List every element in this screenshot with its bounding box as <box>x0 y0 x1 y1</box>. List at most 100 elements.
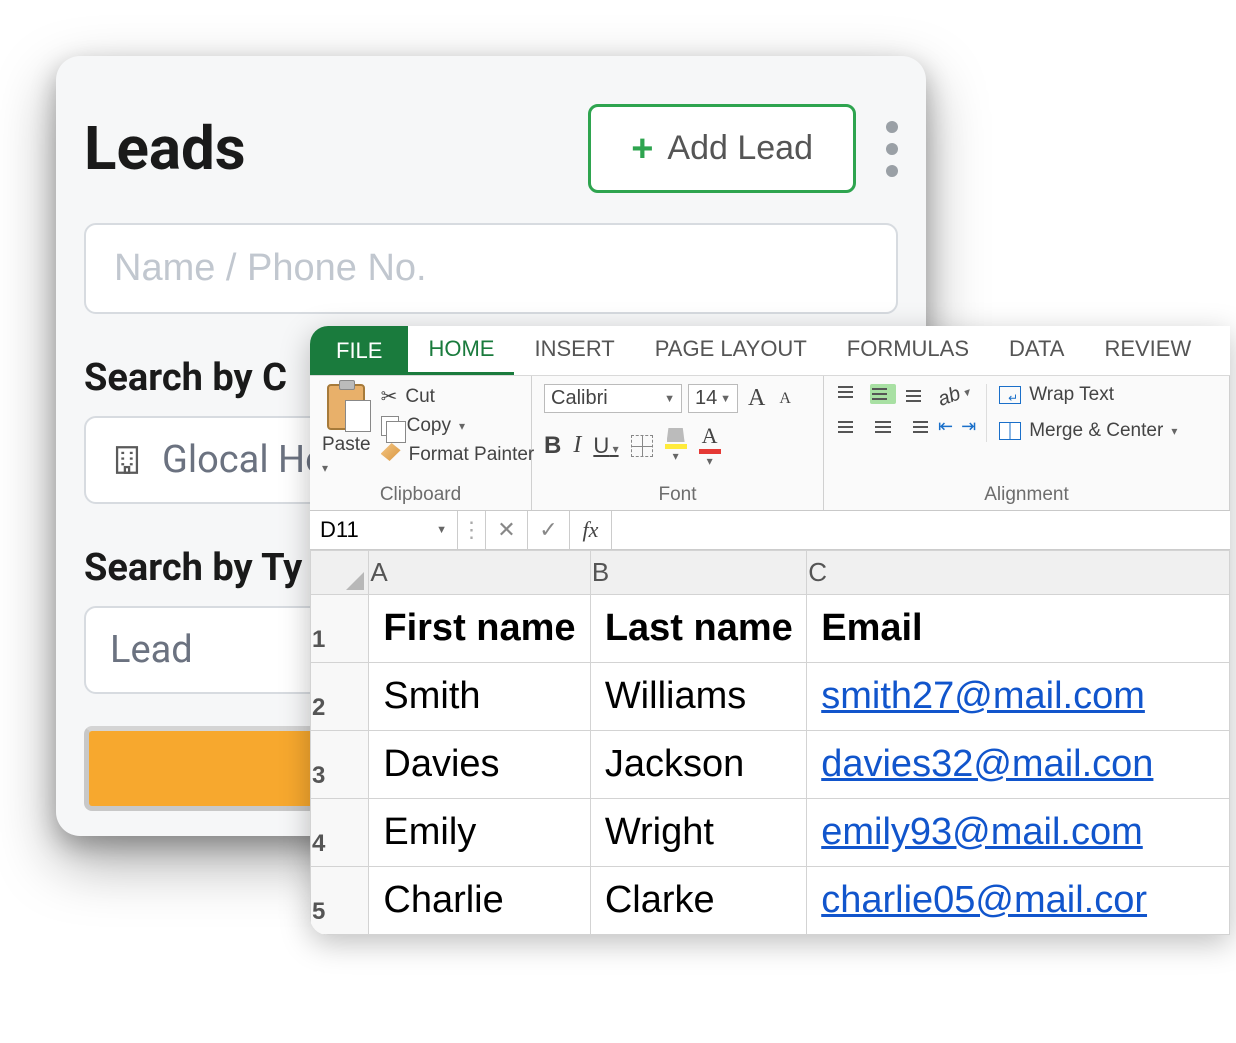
add-lead-button[interactable]: + Add Lead <box>588 104 856 193</box>
font-group-label: Font <box>544 478 811 506</box>
cell-email[interactable]: charlie05@mail.cor <box>807 867 1230 935</box>
tab-home[interactable]: HOME <box>408 326 514 375</box>
row-header[interactable]: 5 <box>311 867 369 935</box>
tab-file[interactable]: FILE <box>310 326 408 375</box>
tab-formulas[interactable]: FORMULAS <box>827 326 989 375</box>
cell[interactable]: Last name <box>590 595 806 663</box>
font-size-value: 14 <box>695 387 717 410</box>
column-header-b[interactable]: B <box>590 551 806 595</box>
cell-email[interactable]: emily93@mail.com <box>807 799 1230 867</box>
name-box[interactable]: D11 ▼ <box>310 511 458 549</box>
copy-label: Copy <box>407 415 451 437</box>
wrap-text-button[interactable]: Wrap Text <box>999 384 1177 406</box>
add-lead-label: Add Lead <box>667 129 813 168</box>
fx-icon: fx <box>583 517 599 543</box>
cancel-formula-button[interactable]: ✕ <box>486 511 528 549</box>
cell[interactable]: Wright <box>590 799 806 867</box>
scissors-icon <box>381 384 398 409</box>
align-bottom-button[interactable] <box>904 384 930 404</box>
increase-font-button[interactable]: A <box>744 385 769 412</box>
cell[interactable]: Email <box>807 595 1230 663</box>
select-all-corner[interactable] <box>311 551 369 595</box>
formula-bar: D11 ▼ ⋮ ✕ ✓ fx <box>310 511 1230 550</box>
chevron-down-icon: ▼ <box>664 393 675 405</box>
paste-label: Paste <box>322 434 371 478</box>
row-header[interactable]: 4 <box>311 799 369 867</box>
tab-view[interactable]: VIEW <box>1211 326 1230 375</box>
alignment-group-label: Alignment <box>836 478 1217 506</box>
align-middle-button[interactable] <box>870 384 896 404</box>
fill-color-swatch <box>665 444 687 449</box>
row-header[interactable]: 2 <box>311 663 369 731</box>
cell[interactable]: Davies <box>369 731 590 799</box>
wrap-text-icon <box>999 386 1021 404</box>
tab-insert[interactable]: INSERT <box>514 326 634 375</box>
name-box-value: D11 <box>320 517 359 543</box>
merge-center-label: Merge & Center <box>1029 420 1163 442</box>
italic-button[interactable]: I <box>573 432 581 459</box>
decrease-font-button[interactable]: A <box>775 390 795 408</box>
ribbon-group-clipboard: Paste Cut Copy Format Painter <box>310 376 532 510</box>
cut-label: Cut <box>405 386 435 408</box>
search-input[interactable] <box>84 223 898 314</box>
decrease-indent-button[interactable]: ⇤ <box>938 417 953 437</box>
row-header[interactable]: 3 <box>311 731 369 799</box>
increase-indent-button[interactable]: ⇥ <box>961 417 976 437</box>
wrap-text-label: Wrap Text <box>1029 384 1114 406</box>
excel-window: FILE HOME INSERT PAGE LAYOUT FORMULAS DA… <box>310 326 1230 935</box>
font-size-select[interactable]: 14 ▼ <box>688 384 738 413</box>
ribbon-group-alignment: ab ⇤ ⇥ Wrap Text <box>824 376 1230 510</box>
cell[interactable]: Williams <box>590 663 806 731</box>
paste-button[interactable]: Paste <box>322 384 371 478</box>
column-header-a[interactable]: A <box>369 551 590 595</box>
copy-button[interactable]: Copy <box>381 415 535 437</box>
column-header-c[interactable]: C <box>807 551 1230 595</box>
borders-button[interactable] <box>631 435 653 457</box>
align-center-button[interactable] <box>870 417 896 437</box>
spreadsheet-grid[interactable]: A B C 1 First name Last name Email 2 Smi… <box>310 550 1230 935</box>
align-right-button[interactable] <box>904 417 930 437</box>
align-left-button[interactable] <box>836 417 862 437</box>
leads-header: Leads + Add Lead <box>84 84 898 223</box>
clipboard-icon <box>327 384 365 430</box>
cell-email[interactable]: davies32@mail.con <box>807 731 1230 799</box>
formula-separator: ⋮ <box>458 511 486 549</box>
cell[interactable]: Clarke <box>590 867 806 935</box>
cell[interactable]: Jackson <box>590 731 806 799</box>
row-header[interactable]: 1 <box>311 595 369 663</box>
font-name-select[interactable]: Calibri ▼ <box>544 384 682 413</box>
type-value: Lead <box>110 628 193 672</box>
bucket-icon <box>667 428 685 442</box>
merge-icon <box>999 422 1021 440</box>
page-title: Leads <box>84 113 246 184</box>
accept-formula-button[interactable]: ✓ <box>528 511 570 549</box>
merge-center-button[interactable]: Merge & Center <box>999 420 1177 442</box>
cut-button[interactable]: Cut <box>381 384 535 409</box>
bold-button[interactable]: B <box>544 432 561 460</box>
cell[interactable]: Emily <box>369 799 590 867</box>
align-top-button[interactable] <box>836 384 862 404</box>
more-menu-icon[interactable] <box>886 121 898 177</box>
plus-icon: + <box>631 130 653 168</box>
font-color-swatch <box>699 449 721 454</box>
chevron-down-icon: ▼ <box>720 393 731 405</box>
formula-input[interactable] <box>612 511 1230 549</box>
cell[interactable]: First name <box>369 595 590 663</box>
font-color-button[interactable]: A <box>699 423 721 468</box>
cell[interactable]: Charlie <box>369 867 590 935</box>
cell-email[interactable]: smith27@mail.com <box>807 663 1230 731</box>
tab-data[interactable]: DATA <box>989 326 1084 375</box>
chevron-down-icon: ▼ <box>436 524 447 536</box>
tab-page-layout[interactable]: PAGE LAYOUT <box>635 326 827 375</box>
font-color-icon: A <box>702 423 718 449</box>
format-painter-button[interactable]: Format Painter <box>381 443 535 467</box>
tab-review[interactable]: REVIEW <box>1084 326 1211 375</box>
fill-color-button[interactable] <box>665 428 687 463</box>
format-painter-label: Format Painter <box>409 444 535 466</box>
underline-button[interactable]: U <box>593 433 618 459</box>
orientation-button[interactable]: ab <box>935 379 973 411</box>
header-actions: + Add Lead <box>588 104 898 193</box>
cell[interactable]: Smith <box>369 663 590 731</box>
insert-function-button[interactable]: fx <box>570 511 612 549</box>
building-icon <box>110 443 144 477</box>
